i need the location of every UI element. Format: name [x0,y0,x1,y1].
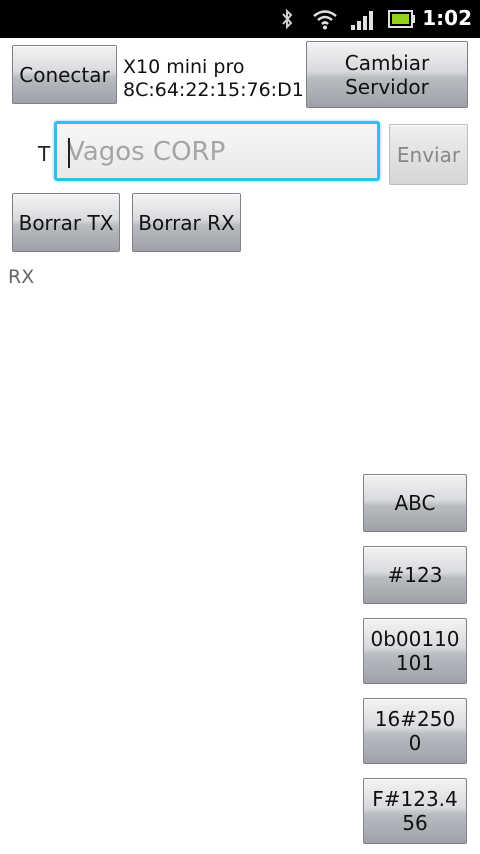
signal-icon [351,11,373,30]
bluetooth-icon [282,8,293,30]
clear-rx-button[interactable]: Borrar RX [132,193,241,252]
tx-label: T [38,142,51,166]
format-binary-button[interactable]: 0b00110 101 [363,618,467,684]
clear-tx-button[interactable]: Borrar TX [12,193,120,252]
device-info: X10 mini pro 8C:64:22:15:76:D1 [123,56,304,102]
format-abc-button[interactable]: ABC [363,474,467,532]
message-input-box[interactable] [54,121,380,181]
message-input[interactable] [67,132,367,172]
change-server-button[interactable]: Cambiar Servidor [306,41,468,108]
status-bar: 1:02 [0,0,480,38]
send-button[interactable]: Enviar [389,124,468,185]
format-hex-button[interactable]: 16#250 0 [363,698,467,764]
device-address: 8C:64:22:15:76:D1 [123,79,304,101]
connect-button[interactable]: Conectar [12,45,117,104]
battery-icon [388,10,415,28]
clock: 1:02 [422,6,472,30]
text-cursor [68,138,70,168]
format-decimal-button[interactable]: #123 [363,546,467,604]
device-name: X10 mini pro [123,56,245,78]
rx-label: RX [8,266,35,288]
format-float-button[interactable]: F#123.4 56 [363,778,467,844]
wifi-icon [313,10,337,30]
